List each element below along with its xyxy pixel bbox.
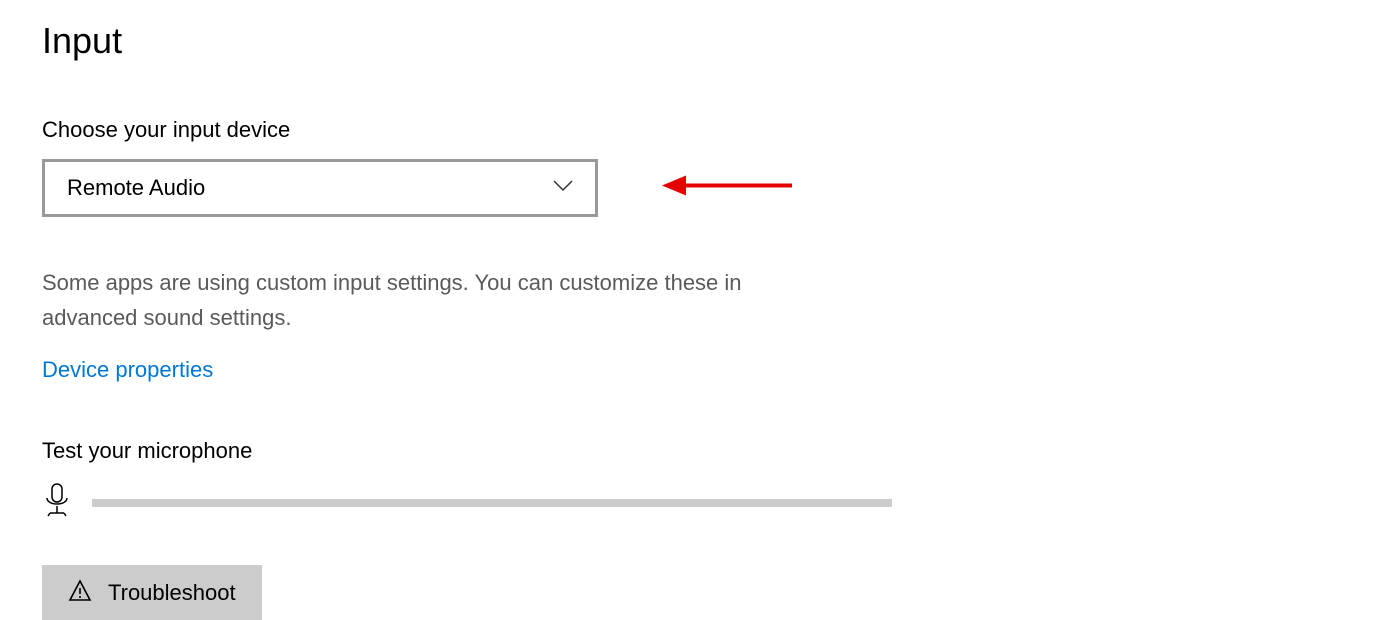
device-properties-link[interactable]: Device properties xyxy=(42,357,213,383)
microphone-level-bar xyxy=(92,499,892,507)
test-microphone-label: Test your microphone xyxy=(42,438,1338,464)
input-settings-description: Some apps are using custom input setting… xyxy=(42,265,832,335)
warning-icon xyxy=(68,579,92,606)
chevron-down-icon xyxy=(553,179,573,197)
troubleshoot-button[interactable]: Troubleshoot xyxy=(42,565,262,620)
microphone-test-row xyxy=(42,482,1338,523)
arrow-annotation-icon xyxy=(662,172,792,205)
troubleshoot-button-label: Troubleshoot xyxy=(108,580,236,606)
microphone-icon xyxy=(42,482,72,523)
section-heading: Input xyxy=(42,20,1338,62)
choose-input-device-label: Choose your input device xyxy=(42,117,1338,143)
input-device-dropdown[interactable]: Remote Audio xyxy=(42,159,598,217)
dropdown-selected-value: Remote Audio xyxy=(67,175,205,201)
